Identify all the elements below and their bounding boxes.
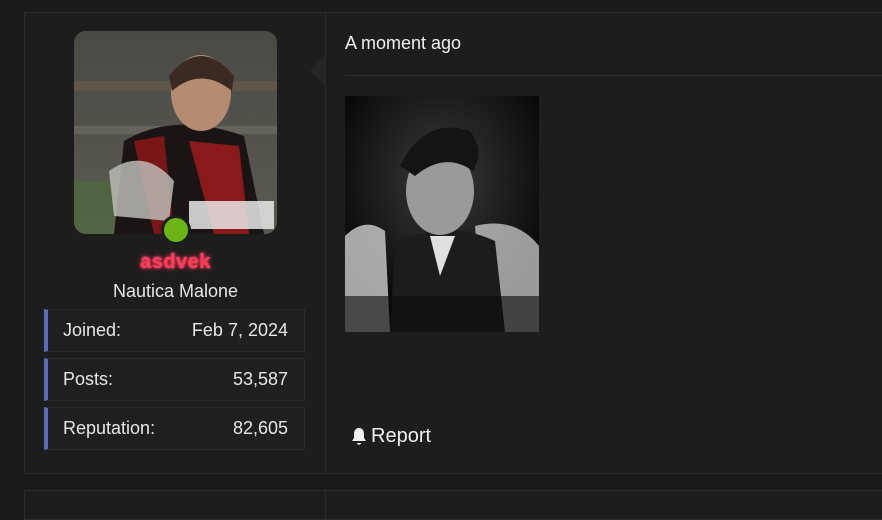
- stat-joined: Joined: Feb 7, 2024: [44, 309, 305, 352]
- stat-reputation: Reputation: 82,605: [44, 407, 305, 450]
- stat-posts: Posts: 53,587: [44, 358, 305, 401]
- post-timestamp[interactable]: A moment ago: [345, 33, 461, 54]
- post-arrow: [310, 55, 326, 87]
- forum-post: asdvek Nautica Malone Joined: Feb 7, 202…: [24, 12, 882, 474]
- post-content: A moment ago Report: [326, 13, 882, 473]
- online-status-indicator: [161, 215, 191, 245]
- username[interactable]: asdvek: [25, 251, 326, 274]
- stat-value: Feb 7, 2024: [191, 320, 288, 340]
- post-attached-image[interactable]: [345, 96, 539, 332]
- user-avatar[interactable]: [74, 31, 277, 234]
- user-sidebar: asdvek Nautica Malone Joined: Feb 7, 202…: [25, 13, 326, 473]
- stat-label: Reputation:: [63, 418, 156, 438]
- post-photo: [345, 96, 539, 332]
- report-label: Report: [371, 425, 432, 447]
- bell-icon: [350, 427, 368, 447]
- stat-label: Posts:: [63, 369, 114, 389]
- stat-value: 82,605: [232, 418, 288, 438]
- header-divider: [345, 75, 882, 76]
- stat-label: Joined:: [63, 320, 122, 340]
- avatar-image: [74, 31, 277, 234]
- stat-value: 53,587: [232, 369, 288, 389]
- next-post-divider: [325, 491, 326, 519]
- user-title: Nautica Malone: [112, 281, 239, 301]
- next-post: [24, 490, 882, 520]
- report-button[interactable]: Report: [350, 425, 431, 448]
